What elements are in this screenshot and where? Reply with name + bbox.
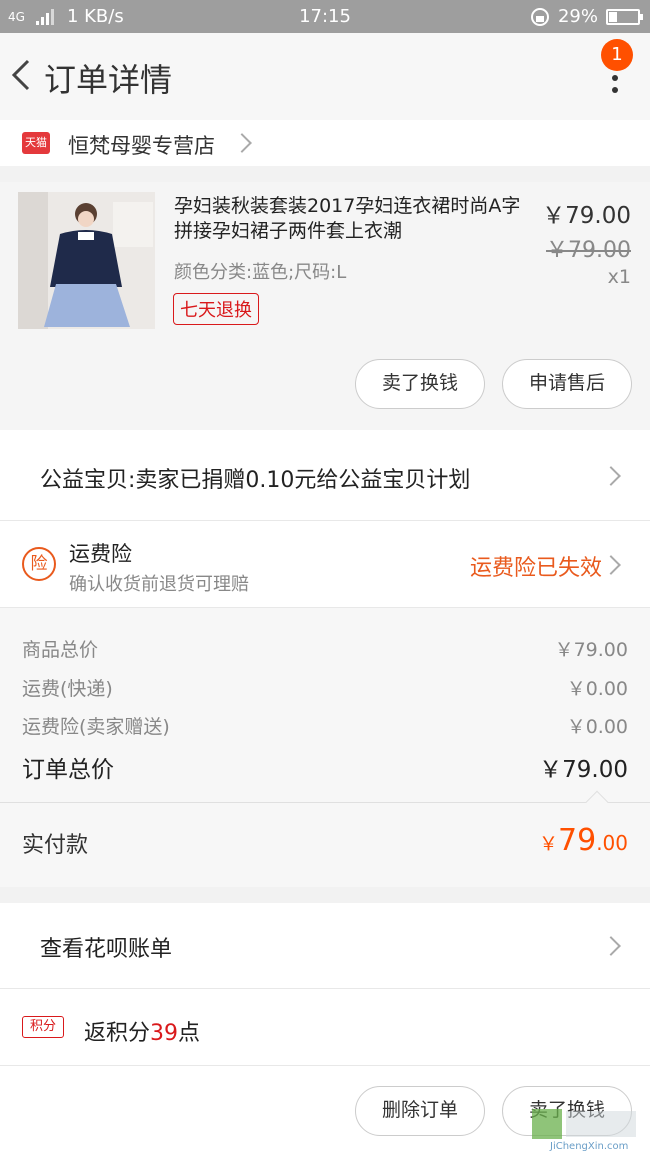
order-total-value: ￥79.00 xyxy=(539,757,628,783)
after-sale-button[interactable]: 申请售后 xyxy=(502,359,632,409)
paid-decimal: .00 xyxy=(596,831,628,855)
summary-value: ￥0.00 xyxy=(566,716,628,738)
charity-text: 公益宝贝:卖家已捐赠0.10元给公益宝贝计划 xyxy=(40,468,471,493)
summary-row-insurance: 运费险(卖家赠送) ￥0.00 xyxy=(22,712,628,739)
order-total-label: 订单总价 xyxy=(22,757,114,783)
points-prefix: 返积分 xyxy=(84,1021,151,1046)
watermark-text: JiChengXin.com xyxy=(550,1141,629,1152)
product-image[interactable] xyxy=(18,192,155,329)
battery-fill xyxy=(609,11,617,22)
status-bar: 4G 1 KB/s 17:15 29% xyxy=(0,0,650,33)
nav-header: 订单详情 1 xyxy=(0,33,650,120)
status-right: 29% xyxy=(530,6,643,27)
insurance-icon: 险 xyxy=(22,547,56,581)
summary-row-goods: 商品总价 ￥79.00 xyxy=(22,635,628,662)
product-sku: 颜色分类:蓝色;尺码:L xyxy=(174,262,347,283)
product-quantity: x1 xyxy=(607,266,631,288)
page-title: 订单详情 xyxy=(44,61,173,99)
insurance-title: 运费险 xyxy=(69,542,132,566)
summary-value: ￥0.00 xyxy=(566,678,628,700)
battery-icon xyxy=(606,8,643,25)
product-photo xyxy=(18,192,155,329)
summary-value: ￥79.00 xyxy=(554,639,628,661)
huabei-bill-row[interactable]: 查看花呗账单 xyxy=(0,903,650,988)
summary-row-total: 订单总价 ￥79.00 xyxy=(22,750,628,784)
return-policy-tag: 七天退换 xyxy=(173,293,259,325)
chevron-right-icon xyxy=(601,555,621,575)
points-suffix: 点 xyxy=(178,1021,201,1046)
insurance-status: 运费险已失效 xyxy=(469,556,602,581)
summary-row-shipping: 运费(快递) ￥0.00 xyxy=(22,674,628,701)
paid-label: 实付款 xyxy=(22,833,89,858)
summary-label: 商品总价 xyxy=(22,639,99,661)
paid-integer: 79 xyxy=(558,823,597,858)
tmall-logo-icon: 天猫 xyxy=(22,132,50,154)
summary-label: 运费险(卖家赠送) xyxy=(22,716,170,738)
chevron-right-icon xyxy=(601,936,621,956)
points-text: 返积分39点 xyxy=(84,1015,200,1047)
paid-currency: ￥ xyxy=(538,833,558,855)
product-title[interactable]: 孕妇装秋装套装2017孕妇连衣裙时尚A字拼接孕妇裙子两件套上衣潮 xyxy=(174,194,534,244)
summary-label: 运费(快递) xyxy=(22,678,113,700)
notification-badge: 1 xyxy=(601,39,633,71)
chevron-right-icon xyxy=(232,133,252,153)
points-badge-icon: 积分 xyxy=(22,1016,64,1038)
huabei-text: 查看花呗账单 xyxy=(40,937,173,962)
watermark-logo: JiChengXin.com xyxy=(530,1103,646,1153)
charity-row[interactable]: 公益宝贝:卖家已捐赠0.10元给公益宝贝计划 xyxy=(0,430,650,520)
shop-row[interactable]: 天猫 恒梵母婴专营店 xyxy=(0,120,650,166)
shop-name: 恒梵母婴专营店 xyxy=(68,134,215,158)
price-summary: 商品总价 ￥79.00 运费(快递) ￥0.00 运费险(卖家赠送) ￥0.00… xyxy=(0,607,650,802)
resell-button[interactable]: 卖了换钱 xyxy=(355,359,485,409)
chevron-right-icon xyxy=(601,466,621,486)
paid-amount: ￥79.00 xyxy=(539,823,628,858)
delete-order-button[interactable]: 删除订单 xyxy=(355,1086,485,1136)
points-number: 39 xyxy=(150,1021,179,1046)
product-price: ￥79.00 xyxy=(542,203,631,229)
battery-percent: 29% xyxy=(557,6,598,27)
back-icon[interactable] xyxy=(6,55,38,95)
product-item[interactable]: 孕妇装秋装套装2017孕妇连衣裙时尚A字拼接孕妇裙子两件套上衣潮 颜色分类:蓝色… xyxy=(0,182,650,430)
insurance-subtitle: 确认收货前退货可理赔 xyxy=(69,574,249,595)
points-row: 积分 返积分39点 xyxy=(0,988,650,1065)
paid-amount-row: 实付款 ￥79.00 xyxy=(0,790,650,887)
product-original-price: ￥79.00 xyxy=(546,238,631,263)
rotation-lock-icon xyxy=(530,7,549,26)
shipping-insurance-row[interactable]: 险 运费险 确认收货前退货可理赔 运费险已失效 xyxy=(0,520,650,607)
